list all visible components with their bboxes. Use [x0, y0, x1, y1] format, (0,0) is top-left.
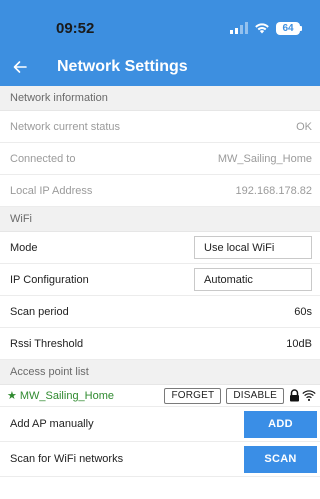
page-title: Network Settings	[57, 58, 188, 75]
row-value: 60s	[294, 305, 312, 318]
mode-select[interactable]: Use local WiFi	[194, 236, 312, 259]
row-label: Local IP Address	[10, 184, 93, 197]
section-header-access-points: Access point list	[0, 360, 320, 385]
row-add-ap: Add AP manually ADD	[0, 407, 320, 442]
status-bar: 09:52 64	[0, 0, 320, 48]
back-button[interactable]	[10, 57, 30, 77]
row-local-ip: Local IP Address 192.168.178.82	[0, 175, 320, 207]
battery-icon: 64	[276, 21, 300, 35]
star-icon: ★	[7, 390, 17, 402]
row-value: 10dB	[286, 337, 312, 350]
row-value: MW_Sailing_Home	[217, 152, 312, 165]
lock-icon	[290, 389, 299, 402]
signal-icon	[230, 22, 248, 34]
row-value: OK	[296, 120, 312, 133]
row-label: Add AP manually	[10, 418, 94, 430]
row-label: Network current status	[10, 120, 121, 133]
row-label: Connected to	[10, 152, 76, 165]
settings-content: Network information Network current stat…	[0, 86, 320, 477]
disable-button[interactable]: DISABLE	[226, 387, 284, 404]
row-label: Scan period	[10, 305, 69, 318]
status-icons: 64	[230, 20, 302, 36]
section-header-wifi: WiFi	[0, 207, 320, 232]
access-point-icons	[289, 389, 316, 402]
forget-button[interactable]: FORGET	[164, 387, 222, 404]
access-point-name: MW_Sailing_Home	[19, 389, 115, 402]
row-label: Mode	[10, 241, 38, 254]
row-value: 192.168.178.82	[235, 184, 312, 197]
row-scan-period[interactable]: Scan period 60s	[0, 296, 320, 328]
row-network-status: Network current status OK	[0, 111, 320, 143]
app-bar: Network Settings	[0, 48, 320, 86]
row-label: Rssi Threshold	[10, 337, 84, 350]
scan-button[interactable]: SCAN	[244, 445, 317, 473]
row-mode: Mode Use local WiFi	[0, 232, 320, 264]
wifi-status-icon	[255, 23, 269, 34]
battery-level: 64	[282, 22, 294, 34]
row-scan-networks: Scan for WiFi networks SCAN	[0, 442, 320, 477]
ip-configuration-select[interactable]: Automatic	[194, 268, 312, 291]
status-time: 09:52	[56, 20, 95, 37]
access-point-item: ★ MW_Sailing_Home FORGET DISABLE	[0, 385, 320, 407]
row-ip-configuration: IP Configuration Automatic	[0, 264, 320, 296]
arrow-left-icon	[13, 61, 27, 73]
section-header-network-info: Network information	[0, 86, 320, 111]
row-label: IP Configuration	[10, 273, 89, 286]
add-button[interactable]: ADD	[244, 410, 317, 438]
wifi-signal-icon	[302, 389, 316, 401]
row-rssi-threshold[interactable]: Rssi Threshold 10dB	[0, 328, 320, 360]
row-connected-to: Connected to MW_Sailing_Home	[0, 143, 320, 175]
row-label: Scan for WiFi networks	[10, 453, 124, 465]
